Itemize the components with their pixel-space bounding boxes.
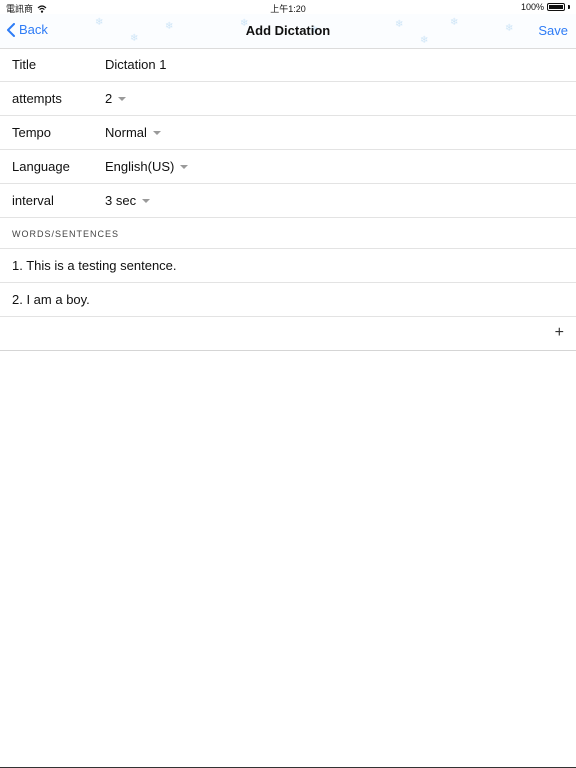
title-field[interactable]: Dictation 1	[105, 57, 166, 72]
dropdown-arrow-icon	[142, 199, 151, 203]
section-header: WORDS/SENTENCES	[0, 218, 576, 249]
sentence-text: 1. This is a testing sentence.	[12, 258, 177, 273]
tempo-label: Tempo	[12, 125, 52, 140]
battery-tip-icon	[568, 5, 570, 9]
tempo-row[interactable]: Tempo Normal	[0, 116, 576, 150]
language-row[interactable]: Language English(US)	[0, 150, 576, 184]
interval-dropdown[interactable]: 3 sec	[105, 193, 151, 208]
battery-icon	[547, 3, 565, 11]
page-title: Add Dictation	[245, 23, 331, 38]
dropdown-arrow-icon	[118, 97, 127, 101]
dropdown-arrow-icon	[152, 131, 161, 135]
language-dropdown[interactable]: English(US)	[105, 159, 189, 174]
title-row[interactable]: Title Dictation 1	[0, 48, 576, 82]
tempo-value: Normal	[105, 125, 147, 140]
interval-label: interval	[12, 193, 54, 208]
title-label: Title	[12, 57, 37, 72]
attempts-row[interactable]: attempts 2	[0, 82, 576, 116]
add-sentence-row: +	[0, 317, 576, 351]
section-header-label: WORDS/SENTENCES	[12, 229, 120, 239]
language-value: English(US)	[105, 159, 175, 174]
navigation-bar: ❄ ❄ ❄ ❄ ❄ ❄ ❄ ❄ ❄ Back Add Dictation Sav…	[0, 14, 576, 49]
tempo-dropdown[interactable]: Normal	[105, 125, 161, 140]
list-item[interactable]: 1. This is a testing sentence.	[0, 249, 576, 283]
status-bar: 電訊商 上午1:20 100%	[0, 0, 576, 14]
battery-percent: 100%	[520, 2, 544, 12]
status-right: 100%	[521, 2, 570, 12]
dropdown-arrow-icon	[180, 165, 189, 169]
save-button[interactable]: Save	[538, 23, 568, 38]
list-item[interactable]: 2. I am a boy.	[0, 283, 576, 317]
attempts-dropdown[interactable]: 2	[105, 91, 127, 106]
sentence-text: 2. I am a boy.	[12, 292, 90, 307]
add-sentence-button[interactable]: +	[555, 325, 564, 341]
interval-row[interactable]: interval 3 sec	[0, 184, 576, 218]
language-label: Language	[12, 159, 70, 174]
title-value: Dictation 1	[105, 57, 167, 72]
dictation-form: Title Dictation 1 attempts 2 Tempo Norma…	[0, 48, 576, 351]
attempts-label: attempts	[12, 91, 62, 106]
interval-value: 3 sec	[105, 193, 137, 208]
attempts-value: 2	[105, 91, 113, 106]
